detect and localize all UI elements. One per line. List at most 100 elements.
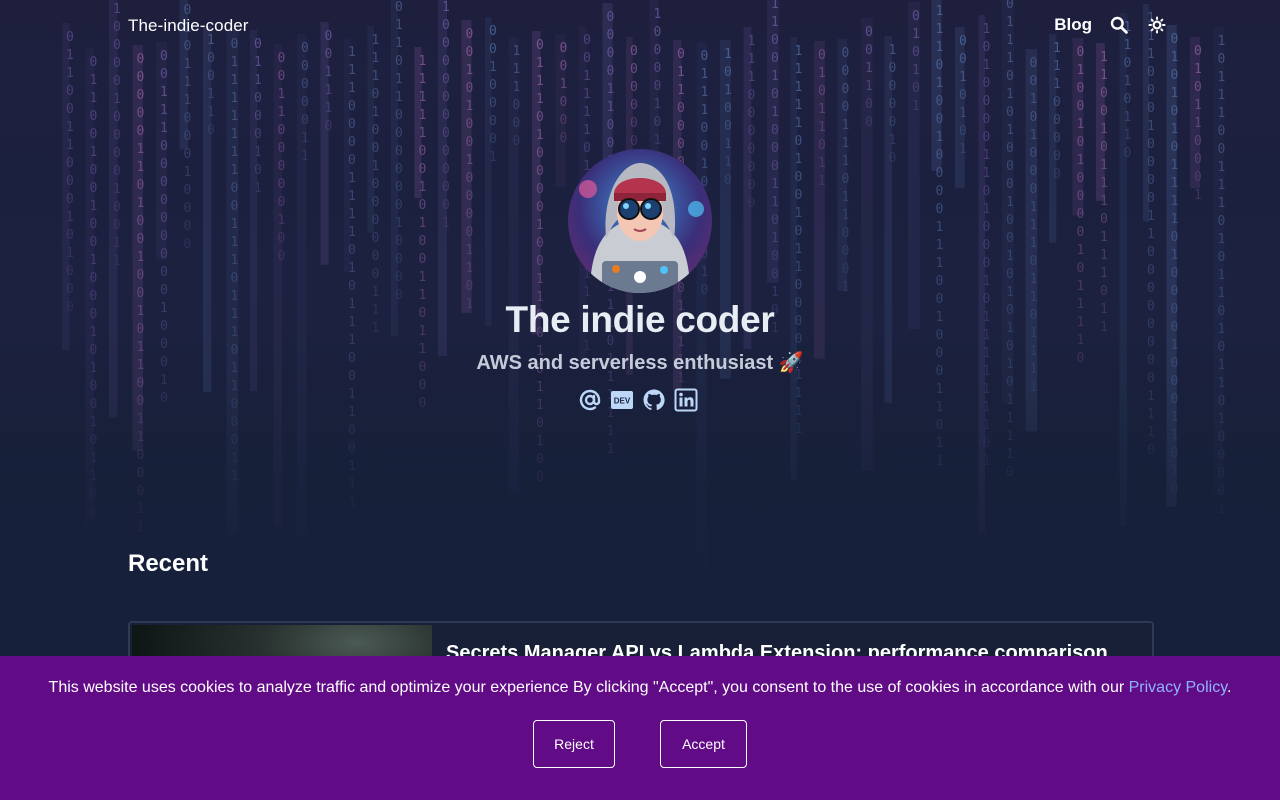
svg-text:1: 1 — [1030, 200, 1038, 215]
svg-text:1: 1 — [184, 165, 192, 180]
svg-text:1: 1 — [90, 91, 98, 106]
svg-text:0: 0 — [160, 175, 168, 190]
svg-text:0: 0 — [560, 95, 568, 110]
svg-text:0: 0 — [137, 52, 145, 67]
svg-text:0: 0 — [395, 126, 403, 141]
svg-text:1: 1 — [818, 102, 826, 117]
svg-text:1: 1 — [254, 73, 262, 88]
svg-text:0: 0 — [160, 211, 168, 226]
svg-text:0: 0 — [724, 119, 732, 134]
svg-text:0: 0 — [889, 61, 897, 76]
svg-text:1: 1 — [66, 66, 74, 81]
svg-text:0: 0 — [654, 115, 662, 130]
svg-text:1: 1 — [936, 76, 944, 91]
svg-text:0: 0 — [1124, 146, 1132, 161]
cookie-message: This website uses cookies to analyze tra… — [0, 679, 1280, 697]
svg-text:0: 0 — [607, 64, 615, 79]
svg-text:0: 0 — [1218, 124, 1226, 139]
svg-text:1: 1 — [1077, 279, 1085, 294]
svg-text:0: 0 — [66, 102, 74, 117]
svg-text:0: 0 — [419, 252, 427, 267]
svg-text:0: 0 — [1218, 214, 1226, 229]
svg-text:1: 1 — [1218, 196, 1226, 211]
svg-text:1: 1 — [301, 131, 309, 146]
svg-text:0: 0 — [184, 111, 192, 126]
svg-text:1: 1 — [1100, 68, 1108, 83]
svg-text:1: 1 — [489, 150, 497, 165]
svg-text:1: 1 — [1030, 128, 1038, 143]
svg-text:1: 1 — [231, 55, 239, 70]
svg-text:1: 1 — [795, 116, 803, 131]
linkedin-icon[interactable] — [674, 388, 698, 412]
at-email-icon[interactable] — [578, 388, 602, 412]
svg-text:1: 1 — [231, 73, 239, 88]
svg-text:0: 0 — [630, 116, 638, 131]
svg-text:0: 0 — [466, 171, 474, 186]
svg-text:0: 0 — [771, 249, 779, 264]
svg-text:0: 0 — [536, 110, 544, 125]
svg-text:0: 0 — [372, 195, 380, 210]
svg-text:0: 0 — [1147, 65, 1155, 80]
svg-text:1: 1 — [795, 242, 803, 257]
svg-text:1: 1 — [348, 81, 356, 96]
svg-text:0: 0 — [184, 201, 192, 216]
svg-text:1: 1 — [1100, 230, 1108, 245]
svg-text:1: 1 — [419, 270, 427, 285]
svg-text:1: 1 — [90, 73, 98, 88]
svg-text:0: 0 — [936, 58, 944, 73]
dev-to-icon[interactable]: DEV — [610, 388, 634, 412]
svg-text:0: 0 — [137, 214, 145, 229]
accept-button[interactable]: Accept — [660, 720, 747, 768]
svg-text:0: 0 — [137, 178, 145, 193]
svg-text:0: 0 — [372, 213, 380, 228]
svg-text:1: 1 — [1218, 160, 1226, 175]
svg-text:0: 0 — [442, 126, 450, 141]
svg-text:0: 0 — [983, 238, 991, 253]
svg-text:1: 1 — [1006, 195, 1014, 210]
sun-icon[interactable] — [1146, 14, 1168, 36]
svg-text:1: 1 — [184, 93, 192, 108]
svg-text:1: 1 — [583, 123, 591, 138]
svg-text:1: 1 — [325, 65, 333, 80]
privacy-policy-link[interactable]: Privacy Policy — [1129, 679, 1227, 696]
svg-text:0: 0 — [395, 180, 403, 195]
svg-text:1: 1 — [1218, 232, 1226, 247]
svg-text:0: 0 — [278, 231, 286, 246]
svg-text:0: 0 — [278, 249, 286, 264]
nav-blog-link[interactable]: Blog — [1054, 15, 1092, 35]
svg-text:0: 0 — [1194, 80, 1202, 95]
svg-text:1: 1 — [842, 118, 850, 133]
svg-text:0: 0 — [372, 249, 380, 264]
svg-text:1: 1 — [137, 160, 145, 175]
svg-text:0: 0 — [160, 193, 168, 208]
search-icon[interactable] — [1108, 14, 1130, 36]
site-brand-link[interactable]: The-indie-coder — [128, 16, 249, 36]
svg-text:0: 0 — [818, 84, 826, 99]
svg-text:0: 0 — [795, 278, 803, 293]
svg-text:1: 1 — [865, 79, 873, 94]
svg-text:0: 0 — [771, 213, 779, 228]
svg-text:0: 0 — [395, 198, 403, 213]
svg-text:0: 0 — [654, 79, 662, 94]
svg-text:0: 0 — [419, 234, 427, 249]
svg-text:0: 0 — [748, 88, 756, 103]
svg-text:0: 0 — [90, 55, 98, 70]
svg-text:0: 0 — [137, 70, 145, 85]
svg-text:1: 1 — [1053, 59, 1061, 74]
reject-button[interactable]: Reject — [533, 720, 615, 768]
github-icon[interactable] — [642, 388, 666, 412]
svg-text:1: 1 — [419, 126, 427, 141]
svg-text:0: 0 — [560, 59, 568, 74]
svg-text:0: 0 — [301, 113, 309, 128]
svg-text:0: 0 — [983, 184, 991, 199]
svg-text:0: 0 — [560, 113, 568, 128]
svg-text:0: 0 — [1171, 230, 1179, 245]
svg-text:0: 0 — [207, 69, 215, 84]
svg-text:1: 1 — [677, 83, 685, 98]
svg-text:1: 1 — [701, 265, 709, 280]
svg-text:1: 1 — [818, 174, 826, 189]
svg-text:1: 1 — [771, 195, 779, 210]
svg-text:1: 1 — [113, 92, 121, 107]
svg-text:0: 0 — [90, 217, 98, 232]
svg-text:1: 1 — [842, 190, 850, 205]
